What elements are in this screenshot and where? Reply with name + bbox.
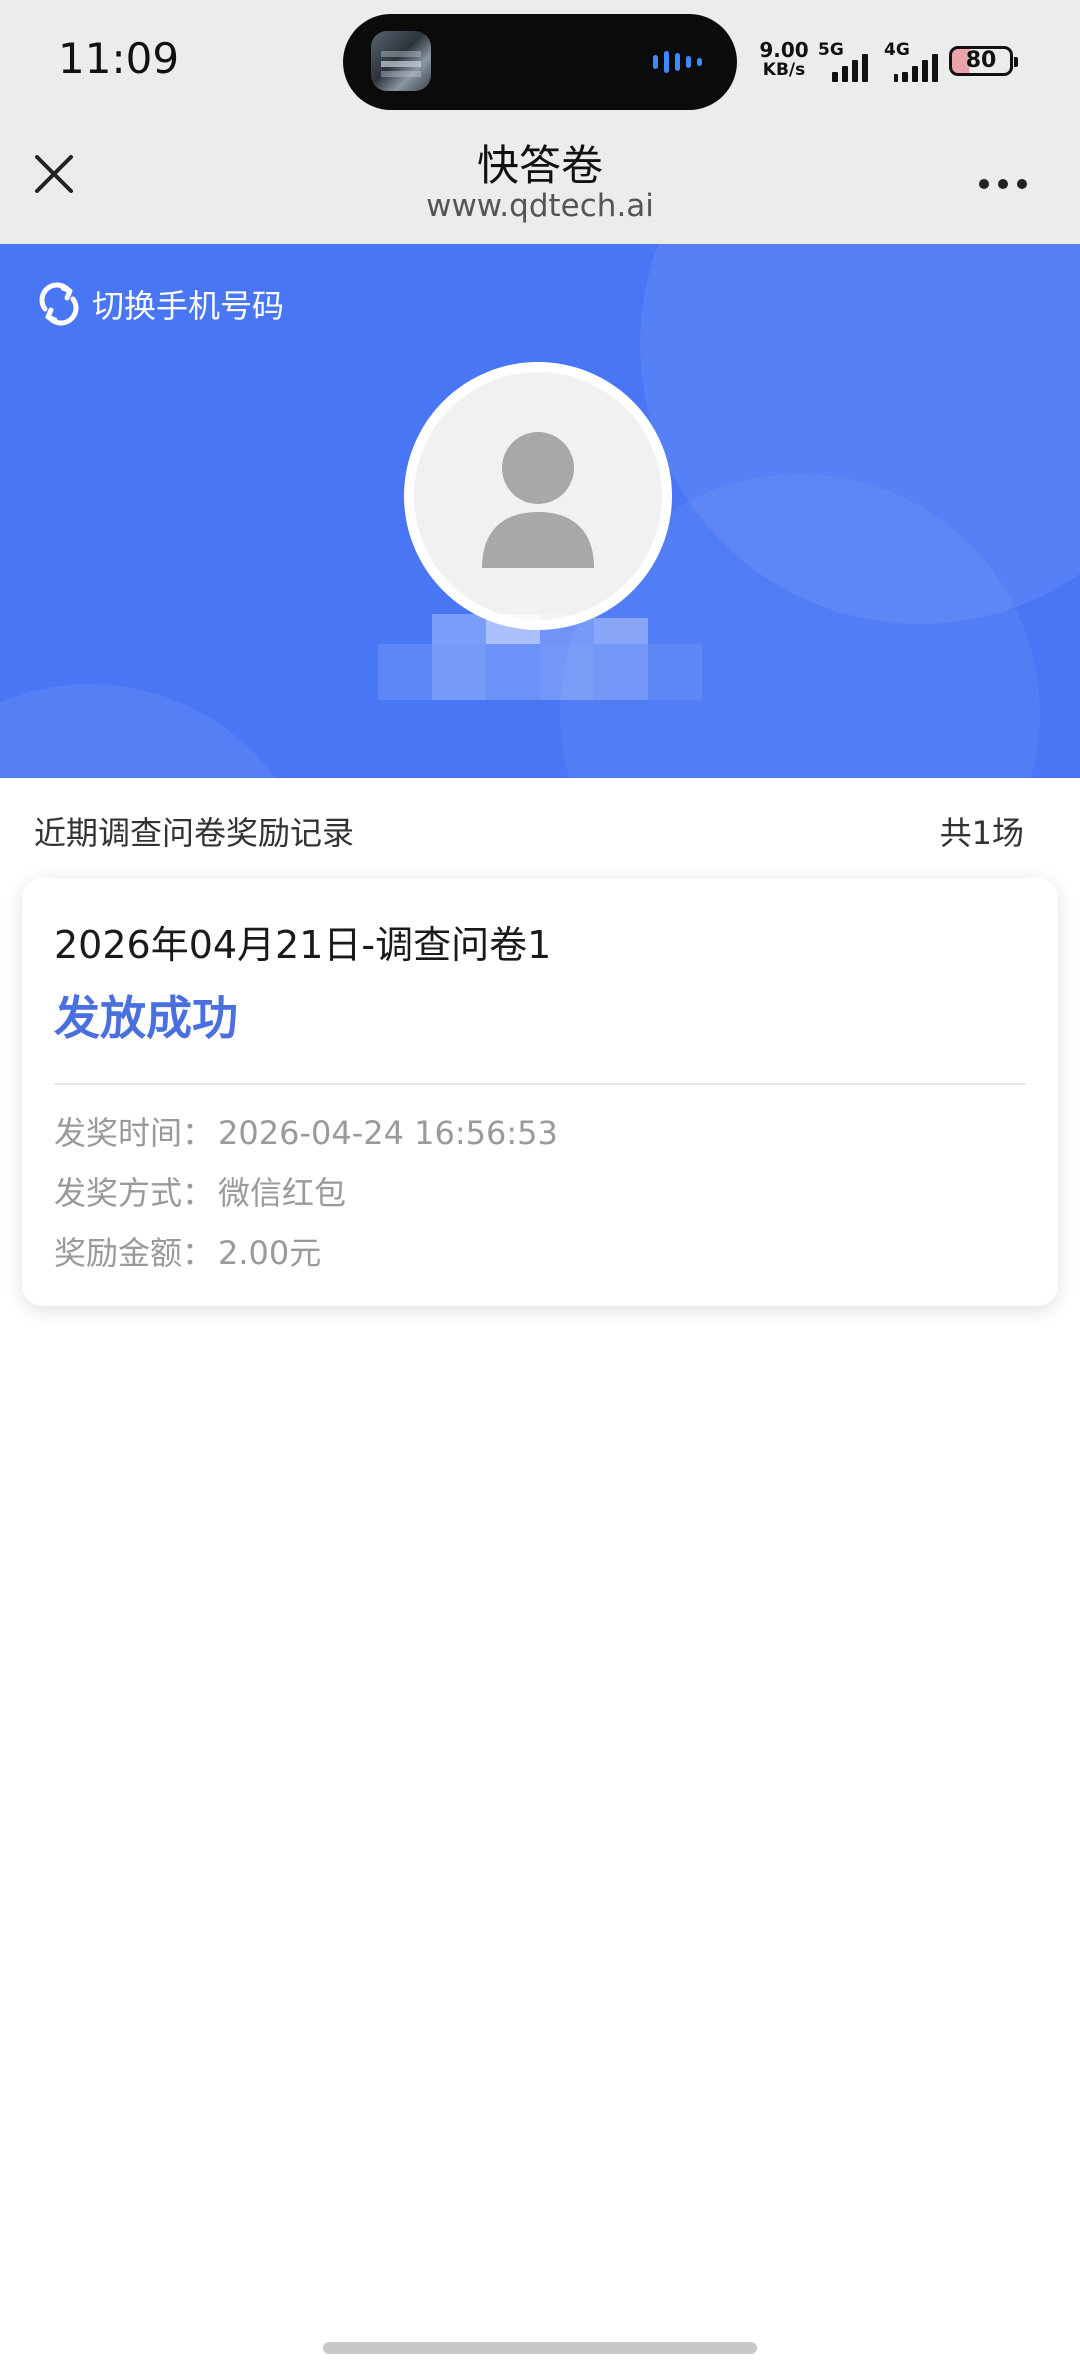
media-thumbnail[interactable] [371, 31, 431, 91]
network-speed-unit: KB/s [762, 60, 806, 80]
detail-label: 发奖方式： [54, 1174, 215, 1212]
home-indicator[interactable] [323, 2342, 757, 2354]
more-button[interactable] [968, 154, 1038, 214]
blurred-username [378, 614, 702, 706]
refresh-icon [39, 282, 79, 326]
signal-4g-icon: 4G [884, 40, 942, 82]
record-status: 发放成功 [54, 991, 238, 1045]
decor-circle [0, 684, 320, 778]
divider [54, 1083, 1026, 1085]
title-bar: 快答卷 www.qdtech.ai [0, 122, 1080, 244]
record-title: 2026年04月21日-调查问卷1 [54, 923, 552, 967]
detail-label: 奖励金额： [54, 1234, 215, 1272]
more-dots-icon [1017, 179, 1027, 189]
more-dots-icon [998, 179, 1008, 189]
switch-phone-button[interactable]: 切换手机号码 [36, 278, 284, 330]
avatar-inner [414, 372, 662, 620]
detail-label: 发奖时间： [54, 1114, 215, 1152]
dynamic-island[interactable] [343, 14, 737, 110]
avatar[interactable] [404, 362, 672, 630]
more-dots-icon [979, 179, 989, 189]
audio-wave-icon [653, 50, 713, 74]
network-speed: 9.00 KB/s [758, 40, 810, 80]
network-speed-value: 9.00 [759, 38, 809, 62]
records-title: 近期调查问卷奖励记录 [34, 814, 355, 852]
reward-record-card[interactable]: 2026年04月21日-调查问卷1 发放成功 发奖时间： 2026-04-24 1… [22, 878, 1058, 1306]
detail-value: 2.00元 [218, 1234, 322, 1272]
detail-row-award-amount: 奖励金额： 2.00元 [54, 1228, 321, 1274]
user-avatar-icon [482, 432, 594, 568]
profile-header: 切换手机号码 [0, 244, 1080, 778]
page-url: www.qdtech.ai [426, 188, 654, 224]
battery-icon: 80 [949, 46, 1018, 76]
records-header: 近期调查问卷奖励记录 共1场 [0, 778, 1080, 878]
records-count: 共1场 [939, 814, 1024, 852]
status-bar: 11:09 9.00 KB/s 5G 4G 80 [0, 0, 1080, 122]
detail-value: 2026-04-24 16:56:53 [218, 1114, 558, 1152]
switch-phone-label: 切换手机号码 [92, 287, 285, 325]
detail-row-award-time: 发奖时间： 2026-04-24 16:56:53 [54, 1108, 558, 1154]
signal-5g-icon: 5G [818, 40, 874, 82]
detail-value: 微信红包 [218, 1174, 347, 1212]
page-title: 快答卷 [476, 141, 603, 190]
status-time: 11:09 [58, 34, 180, 83]
detail-row-award-method: 发奖方式： 微信红包 [54, 1168, 346, 1214]
